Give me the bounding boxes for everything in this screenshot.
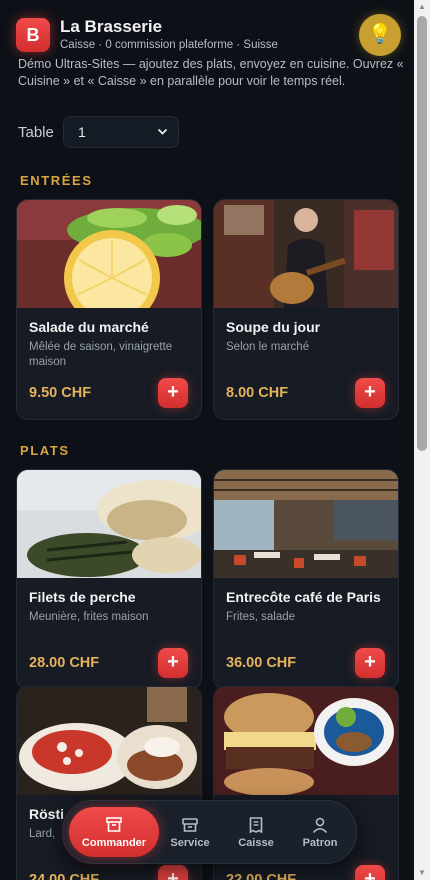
menu-card: Entrecôte café de Paris Frites, salade 3… bbox=[213, 469, 399, 690]
nav-patron[interactable]: Patron bbox=[295, 807, 345, 857]
add-to-order-button[interactable]: + bbox=[355, 378, 385, 408]
nav-commander[interactable]: Commander bbox=[69, 807, 159, 857]
bottom-navigation: Commander Service Caisse Patron bbox=[62, 800, 357, 864]
menu-item-description: Mêlée de saison, vinaigrette maison bbox=[29, 341, 173, 368]
nav-caisse[interactable]: Caisse bbox=[231, 807, 281, 857]
fish-plate-photo bbox=[17, 470, 201, 578]
burger-photo bbox=[214, 687, 398, 796]
menu-item-name: Rösti bbox=[29, 806, 64, 822]
nav-service[interactable]: Service bbox=[165, 807, 215, 857]
menu-item-description: Selon le marché bbox=[226, 341, 310, 353]
header: B La Brasserie Caisse · 0 commission pla… bbox=[16, 12, 402, 56]
tray-icon bbox=[182, 818, 198, 832]
table-label: Table bbox=[18, 124, 54, 141]
add-to-order-button[interactable]: + bbox=[158, 648, 188, 678]
lightbulb-icon: 💡 bbox=[368, 24, 392, 45]
breakfast-plate-photo bbox=[17, 687, 201, 795]
user-icon bbox=[312, 817, 328, 834]
scrollbar[interactable]: ▲ ▼ bbox=[414, 0, 430, 880]
scroll-up-arrow-icon[interactable]: ▲ bbox=[414, 0, 430, 14]
scrollbar-thumb[interactable] bbox=[417, 16, 427, 451]
add-to-order-button[interactable]: + bbox=[355, 648, 385, 678]
menu-card: Salade du marché Mêlée de saison, vinaig… bbox=[16, 199, 202, 420]
section-title-plats: PLATS bbox=[20, 443, 70, 458]
nav-label: Patron bbox=[302, 837, 338, 849]
nav-label: Service bbox=[170, 837, 210, 849]
menu-item-name: Filets de perche bbox=[29, 589, 136, 605]
menu-item-description: Meunière, frites maison bbox=[29, 611, 149, 623]
nav-label: Commander bbox=[81, 837, 147, 849]
menu-item-name: Entrecôte café de Paris bbox=[226, 589, 381, 605]
menu-item-name: Salade du marché bbox=[29, 319, 149, 335]
add-to-order-button[interactable]: + bbox=[158, 865, 188, 880]
menu-item-price: 24.00 CHF bbox=[29, 872, 100, 880]
salad-photo bbox=[17, 200, 201, 326]
chevron-down-icon bbox=[157, 117, 168, 160]
menu-card: Soupe du jour Selon le marché 8.00 CHF + bbox=[213, 199, 399, 420]
receipt-icon bbox=[249, 817, 263, 834]
add-to-order-button[interactable]: + bbox=[355, 865, 385, 880]
menu-item-price: 8.00 CHF bbox=[226, 385, 289, 401]
demo-notice: Démo Ultras-Sites — ajoutez des plats, e… bbox=[18, 57, 404, 88]
add-to-order-button[interactable]: + bbox=[158, 378, 188, 408]
menu-item-price: 28.00 CHF bbox=[29, 655, 100, 671]
brand-title: La Brasserie bbox=[60, 17, 163, 36]
menu-item-price: 36.00 CHF bbox=[226, 655, 297, 671]
brand-logo: B bbox=[16, 18, 50, 52]
theme-toggle-button[interactable]: 💡 bbox=[359, 14, 401, 56]
app: B La Brasserie Caisse · 0 commission pla… bbox=[0, 0, 414, 880]
brand-subtitle: Caisse · 0 commission plateforme · Suiss… bbox=[60, 39, 278, 51]
menu-item-description: Frites, salade bbox=[226, 611, 296, 623]
menu-item-price: 22.00 CHF bbox=[226, 872, 297, 880]
table-select-value: 1 bbox=[78, 124, 86, 140]
inbox-icon bbox=[106, 817, 122, 832]
nav-label: Caisse bbox=[238, 837, 274, 849]
menu-card: Filets de perche Meunière, frites maison… bbox=[16, 469, 202, 690]
guitarist-photo bbox=[214, 200, 398, 308]
menu-item-name: Soupe du jour bbox=[226, 319, 321, 335]
table-select[interactable]: 1 bbox=[63, 116, 179, 148]
scroll-down-arrow-icon[interactable]: ▼ bbox=[414, 866, 430, 880]
section-title-entrees: ENTRÉES bbox=[20, 173, 93, 188]
menu-item-price: 9.50 CHF bbox=[29, 385, 92, 401]
restaurant-interior-photo bbox=[214, 470, 398, 578]
